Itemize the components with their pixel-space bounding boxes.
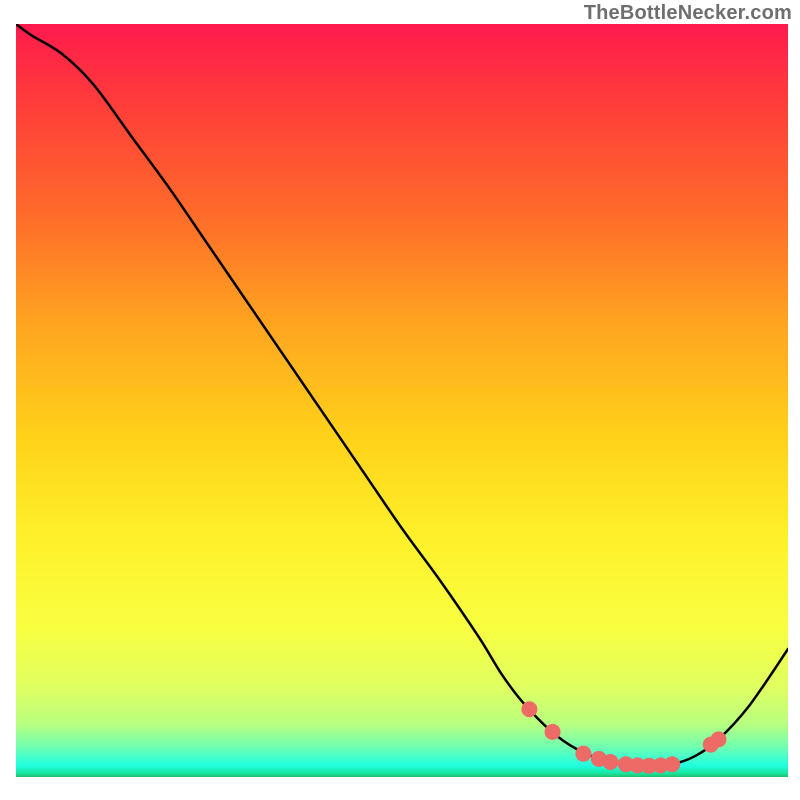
curve-marker: [602, 754, 618, 770]
chart-container: TheBottleNecker.com: [0, 0, 800, 800]
curve-marker: [521, 701, 537, 717]
curve-layer: [16, 24, 788, 777]
curve-marker: [664, 756, 680, 772]
curve-marker: [711, 731, 727, 747]
attribution-text: TheBottleNecker.com: [584, 2, 792, 25]
bottleneck-curve: [16, 24, 788, 766]
curve-markers: [521, 701, 726, 773]
curve-marker: [575, 746, 591, 762]
curve-marker: [545, 724, 561, 740]
